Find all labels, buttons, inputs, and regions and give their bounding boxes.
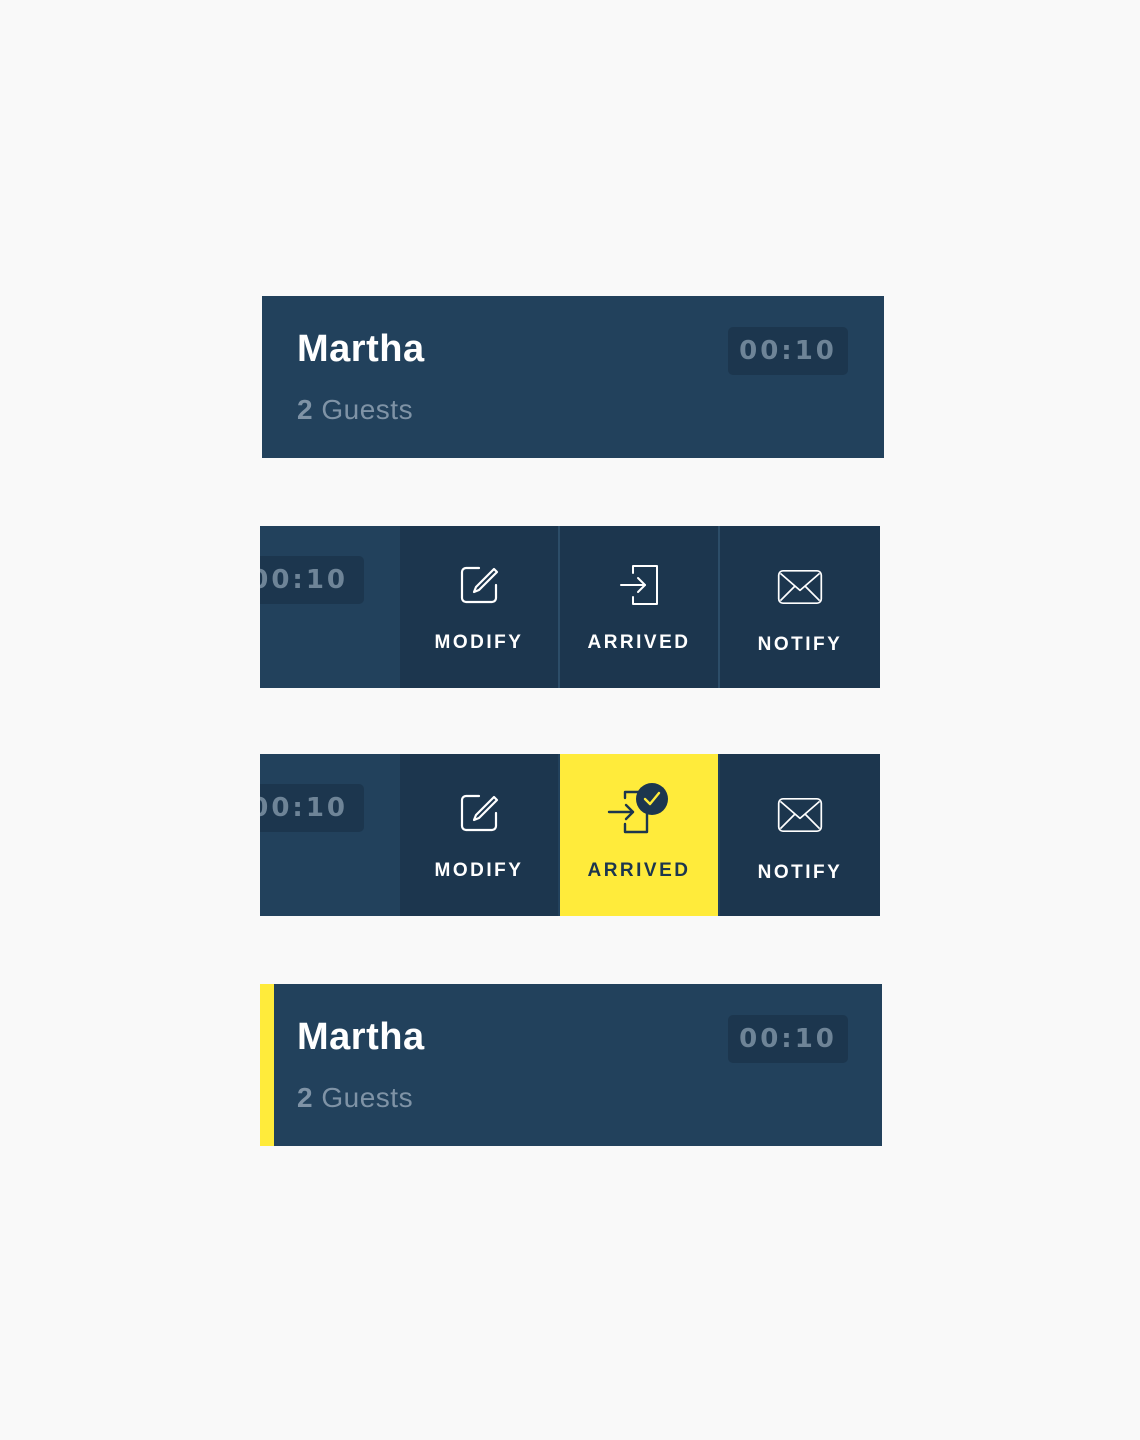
reservation-card-swiped-arrived[interactable]: 00:10 MODIFY ARRIVED NOTIFY [260, 754, 880, 916]
wait-timer: 00:10 [728, 1015, 848, 1063]
wait-timer: 00:10 [728, 327, 848, 375]
guest-count-number: 2 [297, 394, 314, 425]
wait-timer-partial: 00:10 [260, 784, 364, 832]
guest-name: Martha [297, 328, 425, 370]
modify-label: MODIFY [434, 632, 524, 653]
arrived-label: ARRIVED [587, 860, 691, 881]
guest-count-number: 2 [297, 1082, 314, 1113]
guest-name: Martha [297, 1016, 425, 1058]
arrived-indicator-bar [260, 984, 274, 1146]
reservation-card-swiped[interactable]: 00:10 MODIFY ARRIVED NOTIFY [260, 526, 880, 688]
sign-in-check-icon [607, 782, 671, 838]
edit-icon [456, 790, 502, 836]
guest-count: 2 Guests [297, 394, 413, 426]
envelope-icon [777, 564, 823, 610]
guest-count: 2 Guests [297, 1082, 413, 1114]
notify-label: NOTIFY [757, 634, 843, 655]
notify-label: NOTIFY [757, 862, 843, 883]
modify-label: MODIFY [434, 860, 524, 881]
edit-icon [456, 562, 502, 608]
wait-timer-partial: 00:10 [260, 556, 364, 604]
arrived-button[interactable]: ARRIVED [560, 526, 718, 688]
notify-button[interactable]: NOTIFY [720, 526, 880, 688]
reservation-card-arrived[interactable]: Martha 2 Guests 00:10 [260, 984, 882, 1146]
arrived-button-selected[interactable]: ARRIVED [560, 754, 718, 916]
sign-in-icon [616, 562, 662, 608]
reservation-card[interactable]: Martha 2 Guests 00:10 [262, 296, 884, 458]
modify-button[interactable]: MODIFY [400, 526, 558, 688]
notify-button[interactable]: NOTIFY [720, 754, 880, 916]
modify-button[interactable]: MODIFY [400, 754, 558, 916]
arrived-label: ARRIVED [587, 632, 691, 653]
guest-count-label: Guests [321, 394, 414, 425]
envelope-icon [777, 792, 823, 838]
guest-count-label: Guests [321, 1082, 414, 1113]
